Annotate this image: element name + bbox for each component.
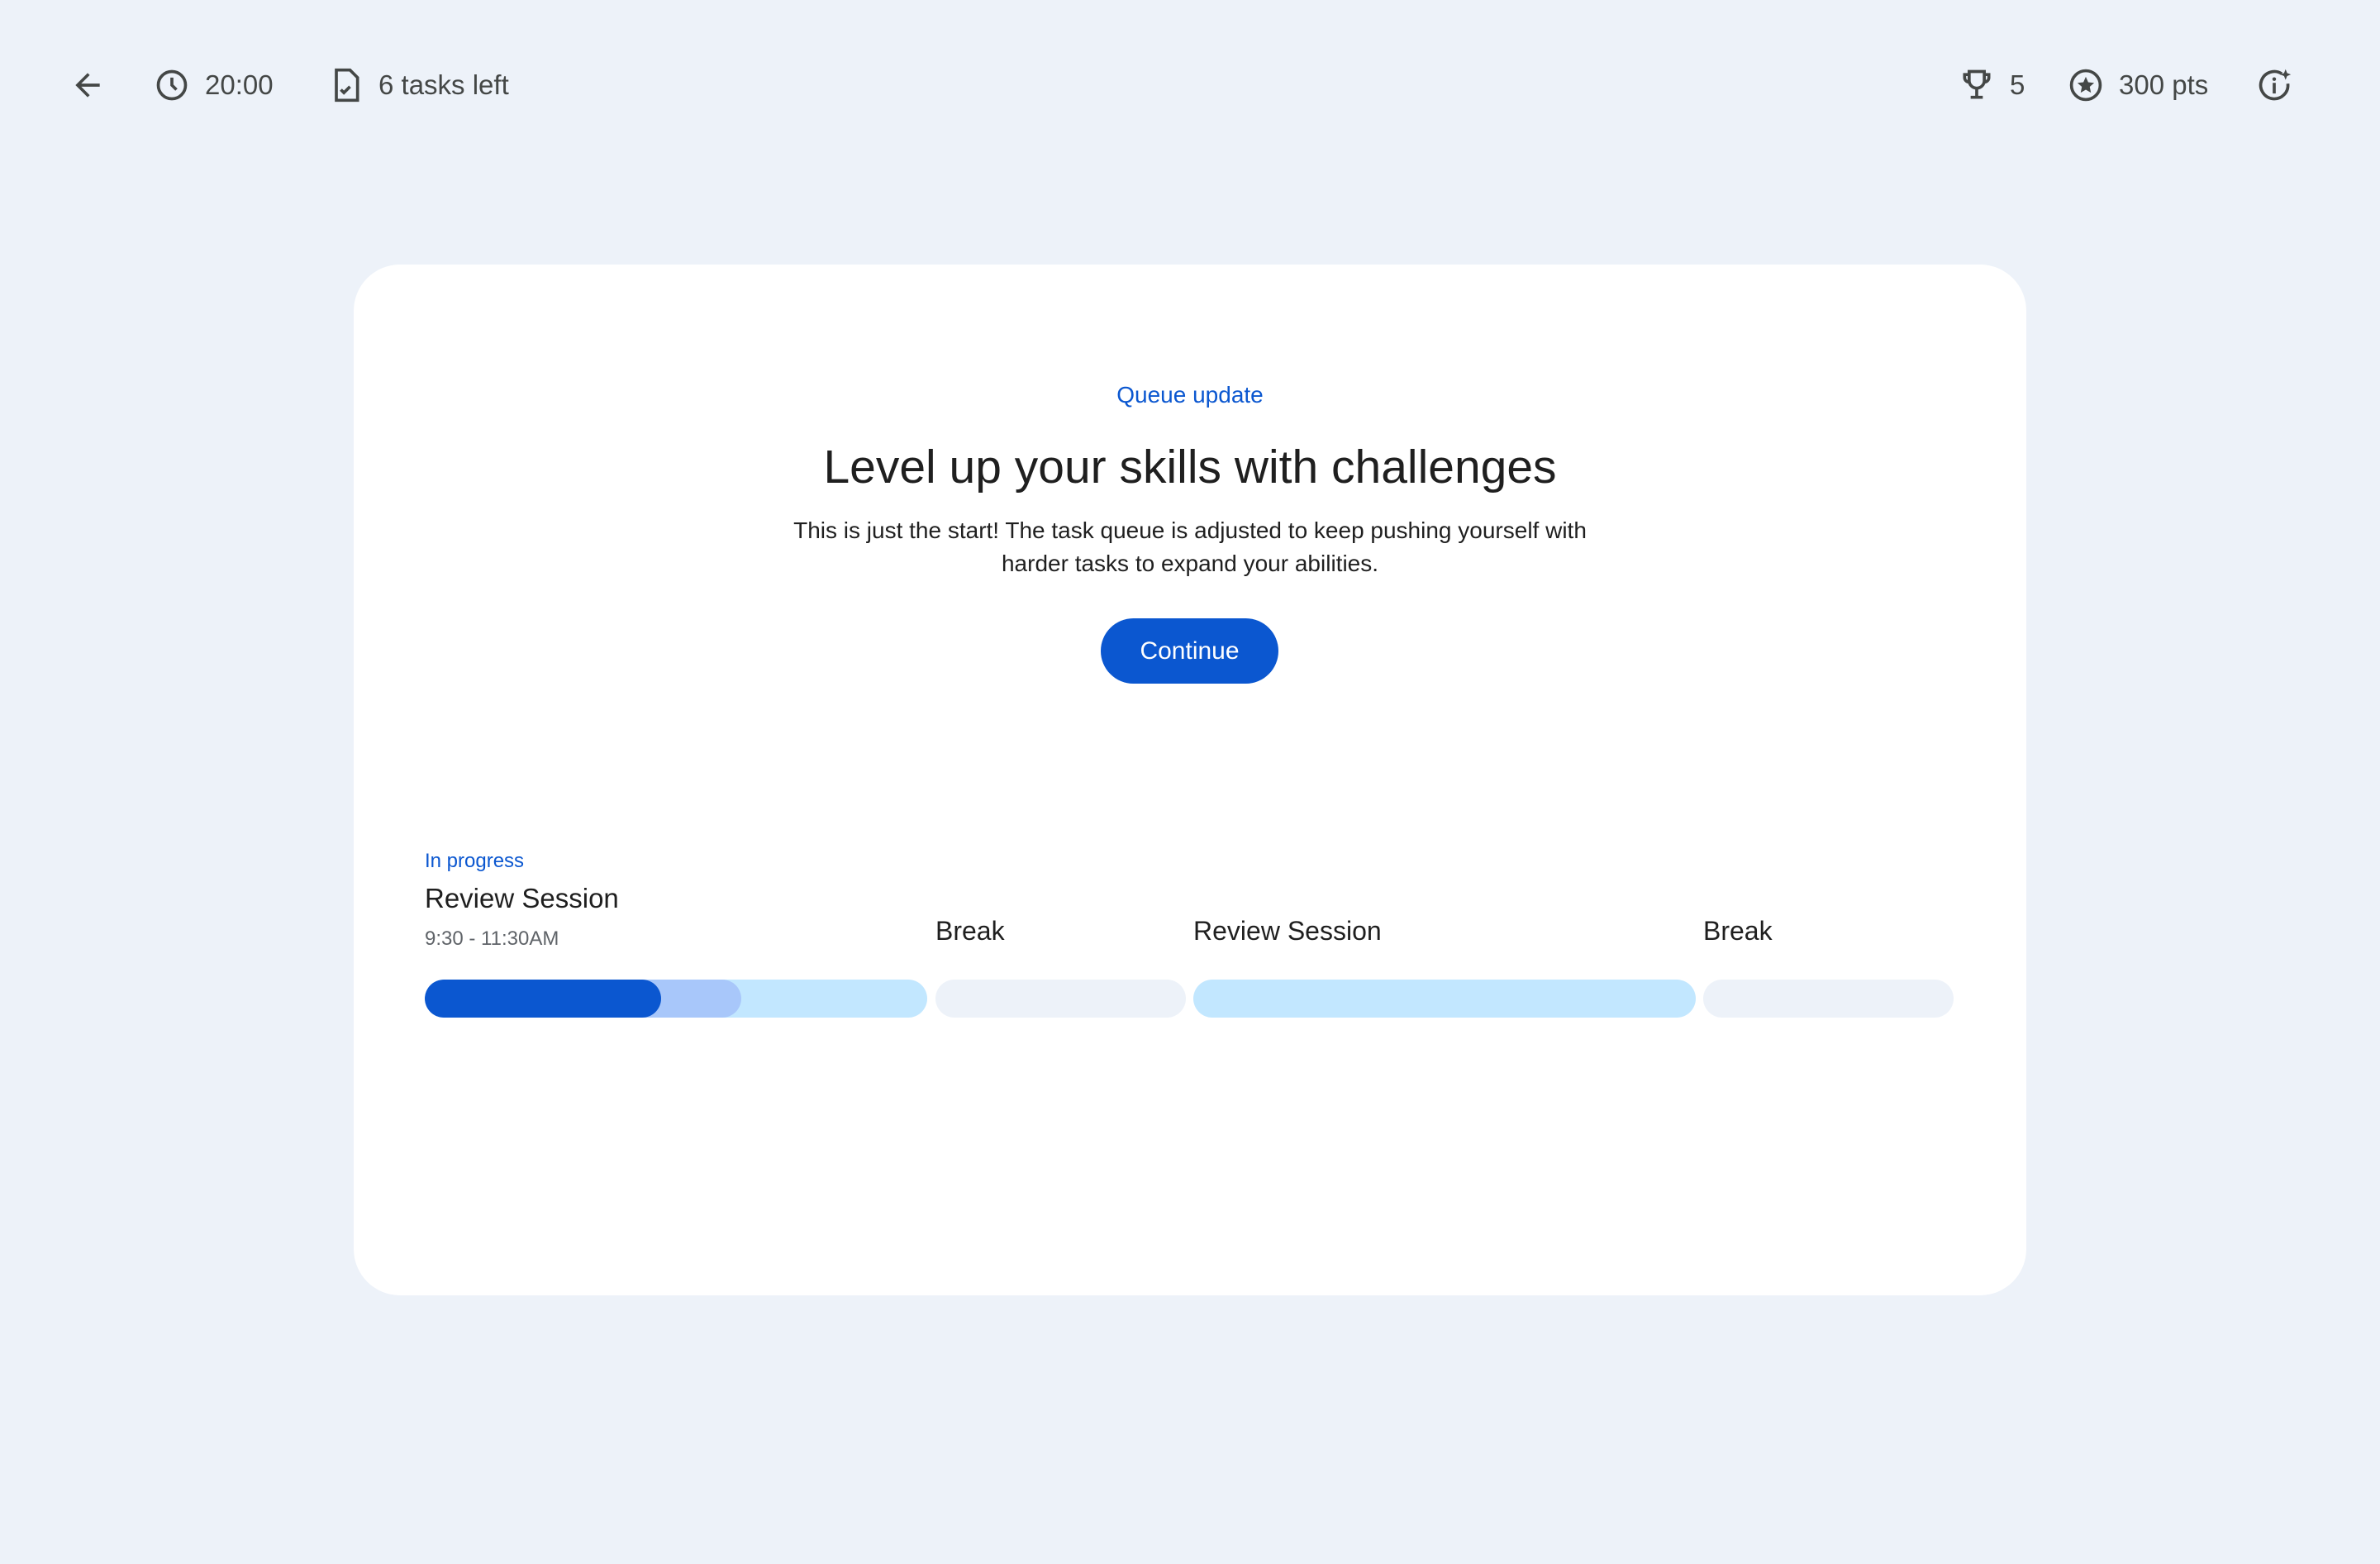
trophy-icon	[1963, 69, 1991, 99]
points-text: 300 pts	[2119, 69, 2209, 100]
break-bar	[935, 980, 1186, 1018]
trophies: 5	[1959, 67, 2025, 103]
card-title: Level up your skills with challenges	[823, 441, 1557, 494]
current-session-time: 9:30 - 11:30AM	[425, 927, 559, 950]
eyebrow-label: Queue update	[1116, 382, 1264, 408]
clock-icon	[156, 69, 188, 101]
segment-label: Break	[935, 916, 1005, 946]
timer-text: 20:00	[205, 69, 274, 100]
task-document-icon	[335, 68, 359, 103]
review-session-bar	[1193, 980, 1696, 1018]
status-label: In progress	[425, 850, 525, 872]
timer: 20:00	[154, 67, 274, 103]
break-bar	[1703, 980, 1954, 1018]
arrow-back-icon	[75, 73, 100, 98]
tasks-left: 6 tasks left	[327, 67, 509, 103]
star-circle-icon	[2069, 69, 2102, 102]
info-button[interactable]	[2256, 67, 2292, 103]
completed-progress	[425, 980, 661, 1018]
trophy-count: 5	[2010, 69, 2025, 100]
current-session-bar	[425, 980, 927, 1018]
card-body: This is just the start! The task queue i…	[354, 514, 2026, 580]
tasks-left-text: 6 tasks left	[378, 69, 509, 100]
back-button[interactable]	[69, 67, 106, 103]
points: 300 pts	[2068, 67, 2208, 103]
body-line: harder tasks to expand your abilities.	[1001, 551, 1379, 576]
info-sparkle-icon	[2259, 69, 2292, 101]
body-line: This is just the start! The task queue i…	[793, 517, 1587, 543]
current-session-title: Review Session	[425, 883, 619, 913]
segment-label: Break	[1703, 916, 1773, 946]
segment-label: Review Session	[1193, 916, 1382, 946]
queue-update-card: Queue update Level up your skills with c…	[354, 265, 2026, 1295]
continue-button[interactable]: Continue	[1101, 618, 1278, 684]
